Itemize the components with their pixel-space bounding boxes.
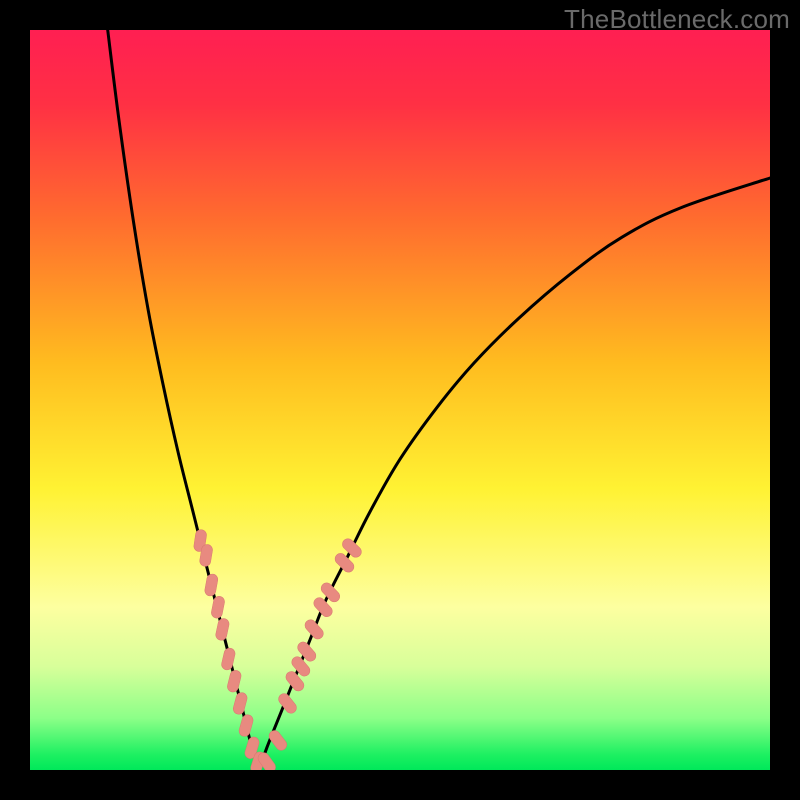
data-marker — [215, 617, 230, 641]
data-marker — [232, 691, 248, 715]
plot-area — [30, 30, 770, 770]
data-marker — [226, 669, 242, 693]
marker-group — [193, 529, 363, 770]
chart-frame: TheBottleneck.com — [0, 0, 800, 800]
curve-layer — [30, 30, 770, 770]
left-branch-curve — [108, 30, 260, 770]
right-branch-curve — [259, 178, 770, 770]
data-marker — [303, 618, 326, 642]
data-marker — [204, 573, 219, 597]
watermark-text: TheBottleneck.com — [564, 4, 790, 35]
data-marker — [238, 714, 255, 738]
data-marker — [220, 647, 236, 671]
data-marker — [210, 595, 225, 619]
